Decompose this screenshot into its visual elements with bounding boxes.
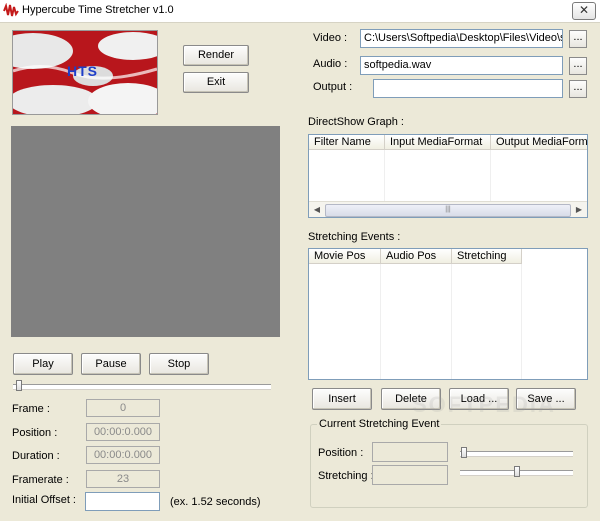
current-position-label: Position : (318, 447, 364, 459)
scroll-thumb[interactable]: ||| (325, 204, 571, 217)
insert-button[interactable]: Insert (312, 388, 372, 410)
exit-button[interactable]: Exit (183, 72, 249, 93)
scroll-left-icon[interactable]: ◀ (310, 203, 324, 217)
seek-slider-track[interactable] (13, 384, 271, 389)
framerate-label: Framerate : (12, 474, 69, 486)
pause-button[interactable]: Pause (81, 353, 141, 375)
output-path-input[interactable] (373, 79, 563, 98)
graph-list-header: Filter Name Input MediaFormat Output Med… (309, 135, 587, 150)
current-stretching-event-group: Current Stretching Event (310, 418, 588, 508)
softpedia-watermark: SOFTPEDIA (412, 392, 556, 417)
stretching-slider-thumb[interactable] (514, 466, 520, 477)
audio-path-input[interactable]: softpedia.wav (360, 56, 563, 75)
current-stretching-event-title: Current Stretching Event (317, 418, 442, 430)
window-title: Hypercube Time Stretcher v1.0 (22, 4, 174, 16)
current-position-field (372, 442, 448, 462)
initial-offset-input[interactable] (85, 492, 160, 511)
render-button[interactable]: Render (183, 45, 249, 66)
events-gridline (380, 264, 381, 379)
video-label: Video : (313, 32, 348, 44)
output-label: Output : (313, 81, 353, 93)
scroll-right-icon[interactable]: ▶ (572, 203, 586, 217)
events-gridline (451, 264, 452, 379)
initial-offset-label: Initial Offset : (12, 494, 76, 506)
title-bar: Hypercube Time Stretcher v1.0 ✕ (0, 0, 600, 23)
column-audio-pos[interactable]: Audio Pos (381, 249, 452, 264)
position-field: 00:00:0.000 (86, 423, 160, 441)
column-filter-name[interactable]: Filter Name (309, 135, 385, 150)
column-input-mediaformat[interactable]: Input MediaFormat (385, 135, 491, 150)
graph-gridline (490, 150, 491, 201)
column-output-mediaformat[interactable]: Output MediaForma (491, 135, 587, 150)
video-path-input[interactable]: C:\Users\Softpedia\Desktop\Files\Video\s… (360, 29, 563, 48)
video-browse-button[interactable]: ... (569, 30, 587, 48)
play-button[interactable]: Play (13, 353, 73, 375)
column-stretching[interactable]: Stretching (452, 249, 522, 264)
app-window: Hypercube Time Stretcher v1.0 ✕ HTS Rend… (0, 0, 600, 521)
audio-browse-button[interactable]: ... (569, 57, 587, 75)
position-label: Position : (12, 427, 58, 439)
frame-field: 0 (86, 399, 160, 417)
events-list-header: Movie Pos Audio Pos Stretching (309, 249, 522, 264)
logo-text: HTS (67, 63, 98, 79)
graph-horizontal-scrollbar[interactable]: ◀ ||| ▶ (309, 201, 587, 217)
initial-offset-hint: (ex. 1.52 seconds) (170, 496, 261, 508)
seek-slider-thumb[interactable] (16, 380, 22, 391)
duration-field: 00:00:0.000 (86, 446, 160, 464)
events-gridline (521, 264, 522, 379)
stretching-events-label: Stretching Events : (308, 231, 401, 243)
directshow-graph-list[interactable]: Filter Name Input MediaFormat Output Med… (308, 134, 588, 218)
app-icon (3, 3, 19, 17)
stop-button[interactable]: Stop (149, 353, 209, 375)
stretching-events-list[interactable]: Movie Pos Audio Pos Stretching (308, 248, 588, 380)
graph-gridline (384, 150, 385, 201)
frame-label: Frame : (12, 403, 50, 415)
current-stretching-label: Stretching : (318, 470, 374, 482)
output-browse-button[interactable]: ... (569, 80, 587, 98)
framerate-field: 23 (86, 470, 160, 488)
column-movie-pos[interactable]: Movie Pos (309, 249, 381, 264)
position-slider-track[interactable] (460, 451, 573, 456)
logo-banner: HTS (12, 30, 158, 115)
video-preview (11, 126, 280, 337)
audio-label: Audio : (313, 58, 348, 70)
position-slider-thumb[interactable] (461, 447, 467, 458)
current-stretching-field (372, 465, 448, 485)
close-button[interactable]: ✕ (572, 2, 596, 20)
directshow-graph-label: DirectShow Graph : (308, 116, 404, 128)
duration-label: Duration : (12, 450, 60, 462)
